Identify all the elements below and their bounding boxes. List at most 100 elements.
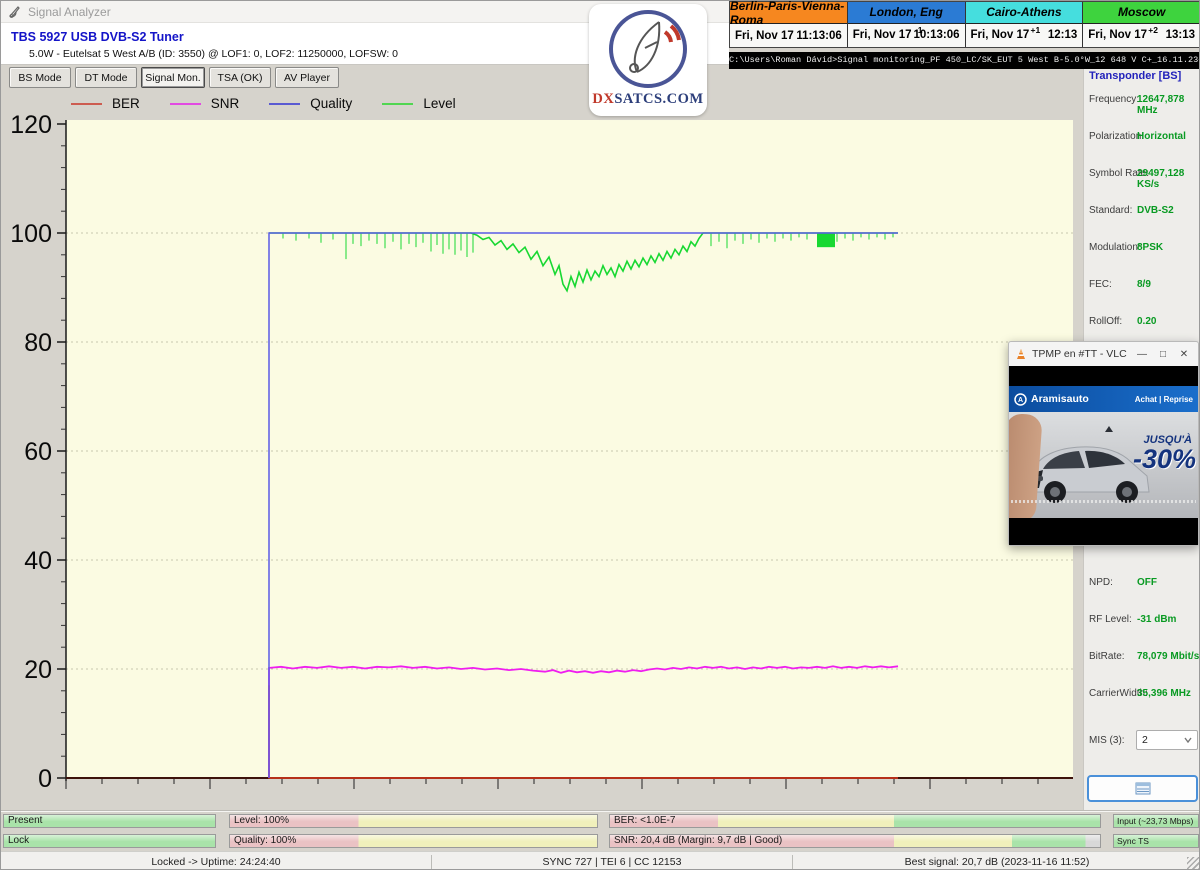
window-title: Signal Analyzer	[28, 5, 111, 19]
row-frequency: Frequency:12647,878 MHz	[1084, 94, 1200, 108]
console-command-line[interactable]: C:\Users\Roman Dávid>Signal monitoring_P…	[729, 52, 1200, 69]
legend-item-ber: BER	[71, 96, 140, 111]
vlc-window[interactable]: TPMP en #TT - VLC med... — □ ✕ A Aramisa…	[1008, 341, 1199, 546]
ad-promo-percent: -30%	[1133, 444, 1196, 475]
clock-time: 13:13	[1166, 29, 1195, 41]
quality-line-swatch	[269, 103, 300, 105]
vlc-window-title: TPMP en #TT - VLC med...	[1032, 348, 1129, 360]
vlc-titlebar[interactable]: TPMP en #TT - VLC med... — □ ✕	[1009, 342, 1198, 366]
level-line-swatch	[382, 103, 413, 105]
vlc-close-button[interactable]: ✕	[1176, 349, 1192, 360]
clock-cairo: Cairo-Athens Fri, Nov 17 +1 12:13	[966, 2, 1084, 47]
clock-city-label: Moscow	[1083, 2, 1200, 24]
clock-date: Fri, Nov 17	[853, 29, 912, 41]
svg-text:0: 0	[38, 765, 52, 793]
row-carrier-width: CarrierWidth:35,396 MHz	[1084, 688, 1200, 702]
chevron-down-icon	[1184, 737, 1192, 743]
dxsatcs-wordmark: DXSATCS.COM	[589, 91, 707, 108]
transponder-list-button[interactable]	[1087, 775, 1198, 802]
vlc-video-area[interactable]: A Aramisauto Achat | Reprise	[1009, 366, 1198, 545]
svg-text:100: 100	[10, 220, 52, 248]
clock-date: Fri, Nov 17	[735, 30, 794, 42]
snr-line-swatch	[170, 103, 201, 105]
tab-signal-mon[interactable]: Signal Mon.	[141, 67, 205, 88]
tuner-name: TBS 5927 USB DVB-S2 Tuner	[11, 30, 184, 44]
clock-moscow: Moscow Fri, Nov 17 +2 13:13	[1083, 2, 1200, 47]
vlc-cone-icon	[1015, 348, 1027, 360]
legend-label: Level	[423, 96, 455, 111]
signal-analyzer-window: Signal Analyzer TBS 5927 USB DVB-S2 Tune…	[0, 0, 1200, 870]
status-locked-uptime: Locked -> Uptime: 24:24:40	[1, 852, 431, 870]
present-indicator: Present	[3, 814, 216, 828]
row-bitrate: BitRate:78,079 Mbit/s	[1084, 651, 1200, 665]
ad-scene: JUSQU'À -30%	[1009, 412, 1198, 518]
mis-selected-value: 2	[1142, 734, 1148, 746]
level-indicator: Level: 100%	[229, 814, 598, 828]
sync-ts-indicator: Sync TS	[1113, 834, 1199, 848]
satellite-dish-icon	[607, 8, 689, 90]
vlc-maximize-button[interactable]: □	[1155, 349, 1171, 360]
chart-legend: BER SNR Quality Level	[71, 96, 456, 111]
legend-item-quality: Quality	[269, 96, 352, 111]
row-standard: Standard:DVB-S2	[1084, 205, 1200, 219]
ad-brand-name: Aramisauto	[1031, 393, 1131, 405]
clock-time: 11:13:06	[796, 30, 841, 42]
list-icon	[1135, 782, 1151, 795]
clock-date: Fri, Nov 17	[1088, 29, 1147, 41]
clock-utc-offset: +2	[1148, 25, 1158, 35]
legend-item-level: Level	[382, 96, 455, 111]
tab-tsa[interactable]: TSA (OK)	[209, 67, 271, 88]
legend-label: Quality	[310, 96, 352, 111]
aramisauto-logo-icon: A	[1014, 393, 1027, 406]
status-best-signal: Best signal: 20,7 dB (2023-11-16 11:52)	[793, 852, 1200, 870]
clock-date: Fri, Nov 17	[971, 29, 1030, 41]
svg-text:20: 20	[24, 656, 52, 684]
tuner-details: 5.0W - Eutelsat 5 West A/B (ID: 3550) @ …	[29, 48, 398, 60]
tab-bs-mode[interactable]: BS Mode	[9, 67, 71, 88]
svg-text:60: 60	[24, 438, 52, 466]
video-letterbox-bottom	[1009, 518, 1198, 545]
ber-line-swatch	[71, 103, 102, 105]
ad-nav-links: Achat | Reprise	[1135, 395, 1193, 404]
divider	[1, 810, 1200, 812]
ad-banner: A Aramisauto Achat | Reprise	[1009, 386, 1198, 412]
tab-dt-mode[interactable]: DT Mode	[75, 67, 137, 88]
legend-label: BER	[112, 96, 140, 111]
ad-fine-print	[1011, 500, 1196, 503]
legend-item-snr: SNR	[170, 96, 240, 111]
status-sync-tei-cc: SYNC 727 | TEI 6 | CC 12153	[432, 852, 792, 870]
transponder-title: Transponder [BS]	[1089, 70, 1181, 82]
row-polarization: Polarization:Horizontal	[1084, 131, 1200, 145]
input-indicator: Input (~23,73 Mbps)	[1113, 814, 1199, 828]
signal-monitor-chart: 0 20 40 60 80 100 120	[1, 114, 1081, 814]
vlc-minimize-button[interactable]: —	[1134, 349, 1150, 360]
clock-berlin: Berlin-Paris-Vienna-Roma Fri, Nov 17 11:…	[730, 2, 848, 47]
row-rf-level: RF Level:-31 dBm	[1084, 614, 1200, 628]
logo-dx: DX	[592, 91, 614, 107]
ber-indicator: BER: <1.0E-7	[609, 814, 1101, 828]
world-clocks-panel: Berlin-Paris-Vienna-Roma Fri, Nov 17 11:…	[729, 1, 1200, 48]
mis-dropdown[interactable]: 2	[1136, 730, 1198, 750]
row-rolloff: RollOff:0.20	[1084, 316, 1200, 330]
clock-city-label: Cairo-Athens	[966, 2, 1083, 24]
lock-indicator: Lock	[3, 834, 216, 848]
mis-label: MIS (3):	[1089, 735, 1125, 746]
legend-label: SNR	[211, 96, 240, 111]
row-fec: FEC:8/9	[1084, 279, 1200, 293]
tab-av-player[interactable]: AV Player	[275, 67, 339, 88]
svg-text:A: A	[1018, 397, 1023, 404]
svg-text:80: 80	[24, 329, 52, 357]
clock-utc-offset: +1	[1031, 25, 1041, 35]
quality-indicator: Quality: 100%	[229, 834, 598, 848]
app-icon	[8, 5, 22, 19]
svg-text:40: 40	[24, 547, 52, 575]
row-modulation: Modulation:8PSK	[1084, 242, 1200, 256]
resize-grip[interactable]	[1187, 857, 1199, 869]
clock-city-label: London, Eng	[848, 2, 965, 24]
statusbar: Locked -> Uptime: 24:24:40 SYNC 727 | TE…	[1, 851, 1200, 870]
logo-rest: SATCS.COM	[614, 91, 703, 107]
svg-text:120: 120	[10, 114, 52, 139]
row-symbol-rate: Symbol Rate:29497,128 KS/s	[1084, 168, 1200, 182]
row-npd: NPD:OFF	[1084, 577, 1200, 591]
clock-london: London, Eng Fri, Nov 17 -1 10:13:06	[848, 2, 966, 47]
